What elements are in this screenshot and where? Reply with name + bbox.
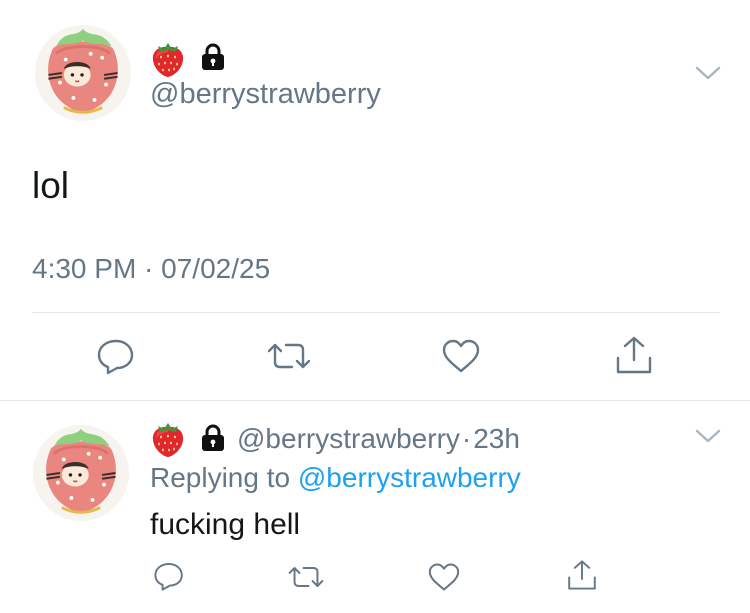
lock-icon (199, 42, 227, 72)
share-icon (568, 560, 596, 590)
like-icon (428, 563, 460, 591)
time-ago: 23h (473, 423, 520, 454)
retweet-icon (288, 567, 324, 587)
chevron-down-icon[interactable] (694, 428, 722, 446)
handle[interactable]: @berrystrawberry (150, 78, 381, 111)
reply-icon (97, 339, 134, 375)
avatar[interactable] (35, 25, 131, 121)
replying-to-link[interactable]: @berrystrawberry (298, 462, 521, 493)
avatar[interactable] (33, 425, 129, 521)
like-button[interactable] (441, 338, 481, 379)
reply-button[interactable] (152, 560, 186, 597)
reply-header: @berrystrawberry·23h (237, 423, 520, 455)
retweet-button[interactable] (288, 562, 324, 597)
replying-to: Replying to @berrystrawberry (150, 462, 521, 494)
like-button[interactable] (427, 562, 461, 597)
like-icon (442, 339, 480, 373)
lock-icon (199, 423, 227, 453)
retweet-button[interactable] (267, 338, 311, 379)
strawberry-emoji-icon (150, 38, 186, 78)
timestamp: 4:30 PM · 07/02/25 (32, 253, 271, 284)
reply-icon (154, 563, 183, 591)
reply-button[interactable] (95, 336, 137, 381)
share-icon (616, 336, 652, 374)
share-button[interactable] (566, 558, 598, 597)
retweet-icon (267, 343, 311, 369)
replying-prefix: Replying to (150, 462, 291, 493)
separator: · (461, 423, 472, 454)
share-button[interactable] (614, 334, 654, 381)
chevron-down-icon[interactable] (694, 65, 722, 83)
tweet-text: fucking hell (150, 508, 301, 541)
divider (32, 312, 720, 313)
strawberry-emoji-icon (150, 418, 186, 458)
handle[interactable]: @berrystrawberry (237, 423, 460, 454)
divider (0, 400, 750, 401)
tweet-text: lol (32, 165, 70, 206)
